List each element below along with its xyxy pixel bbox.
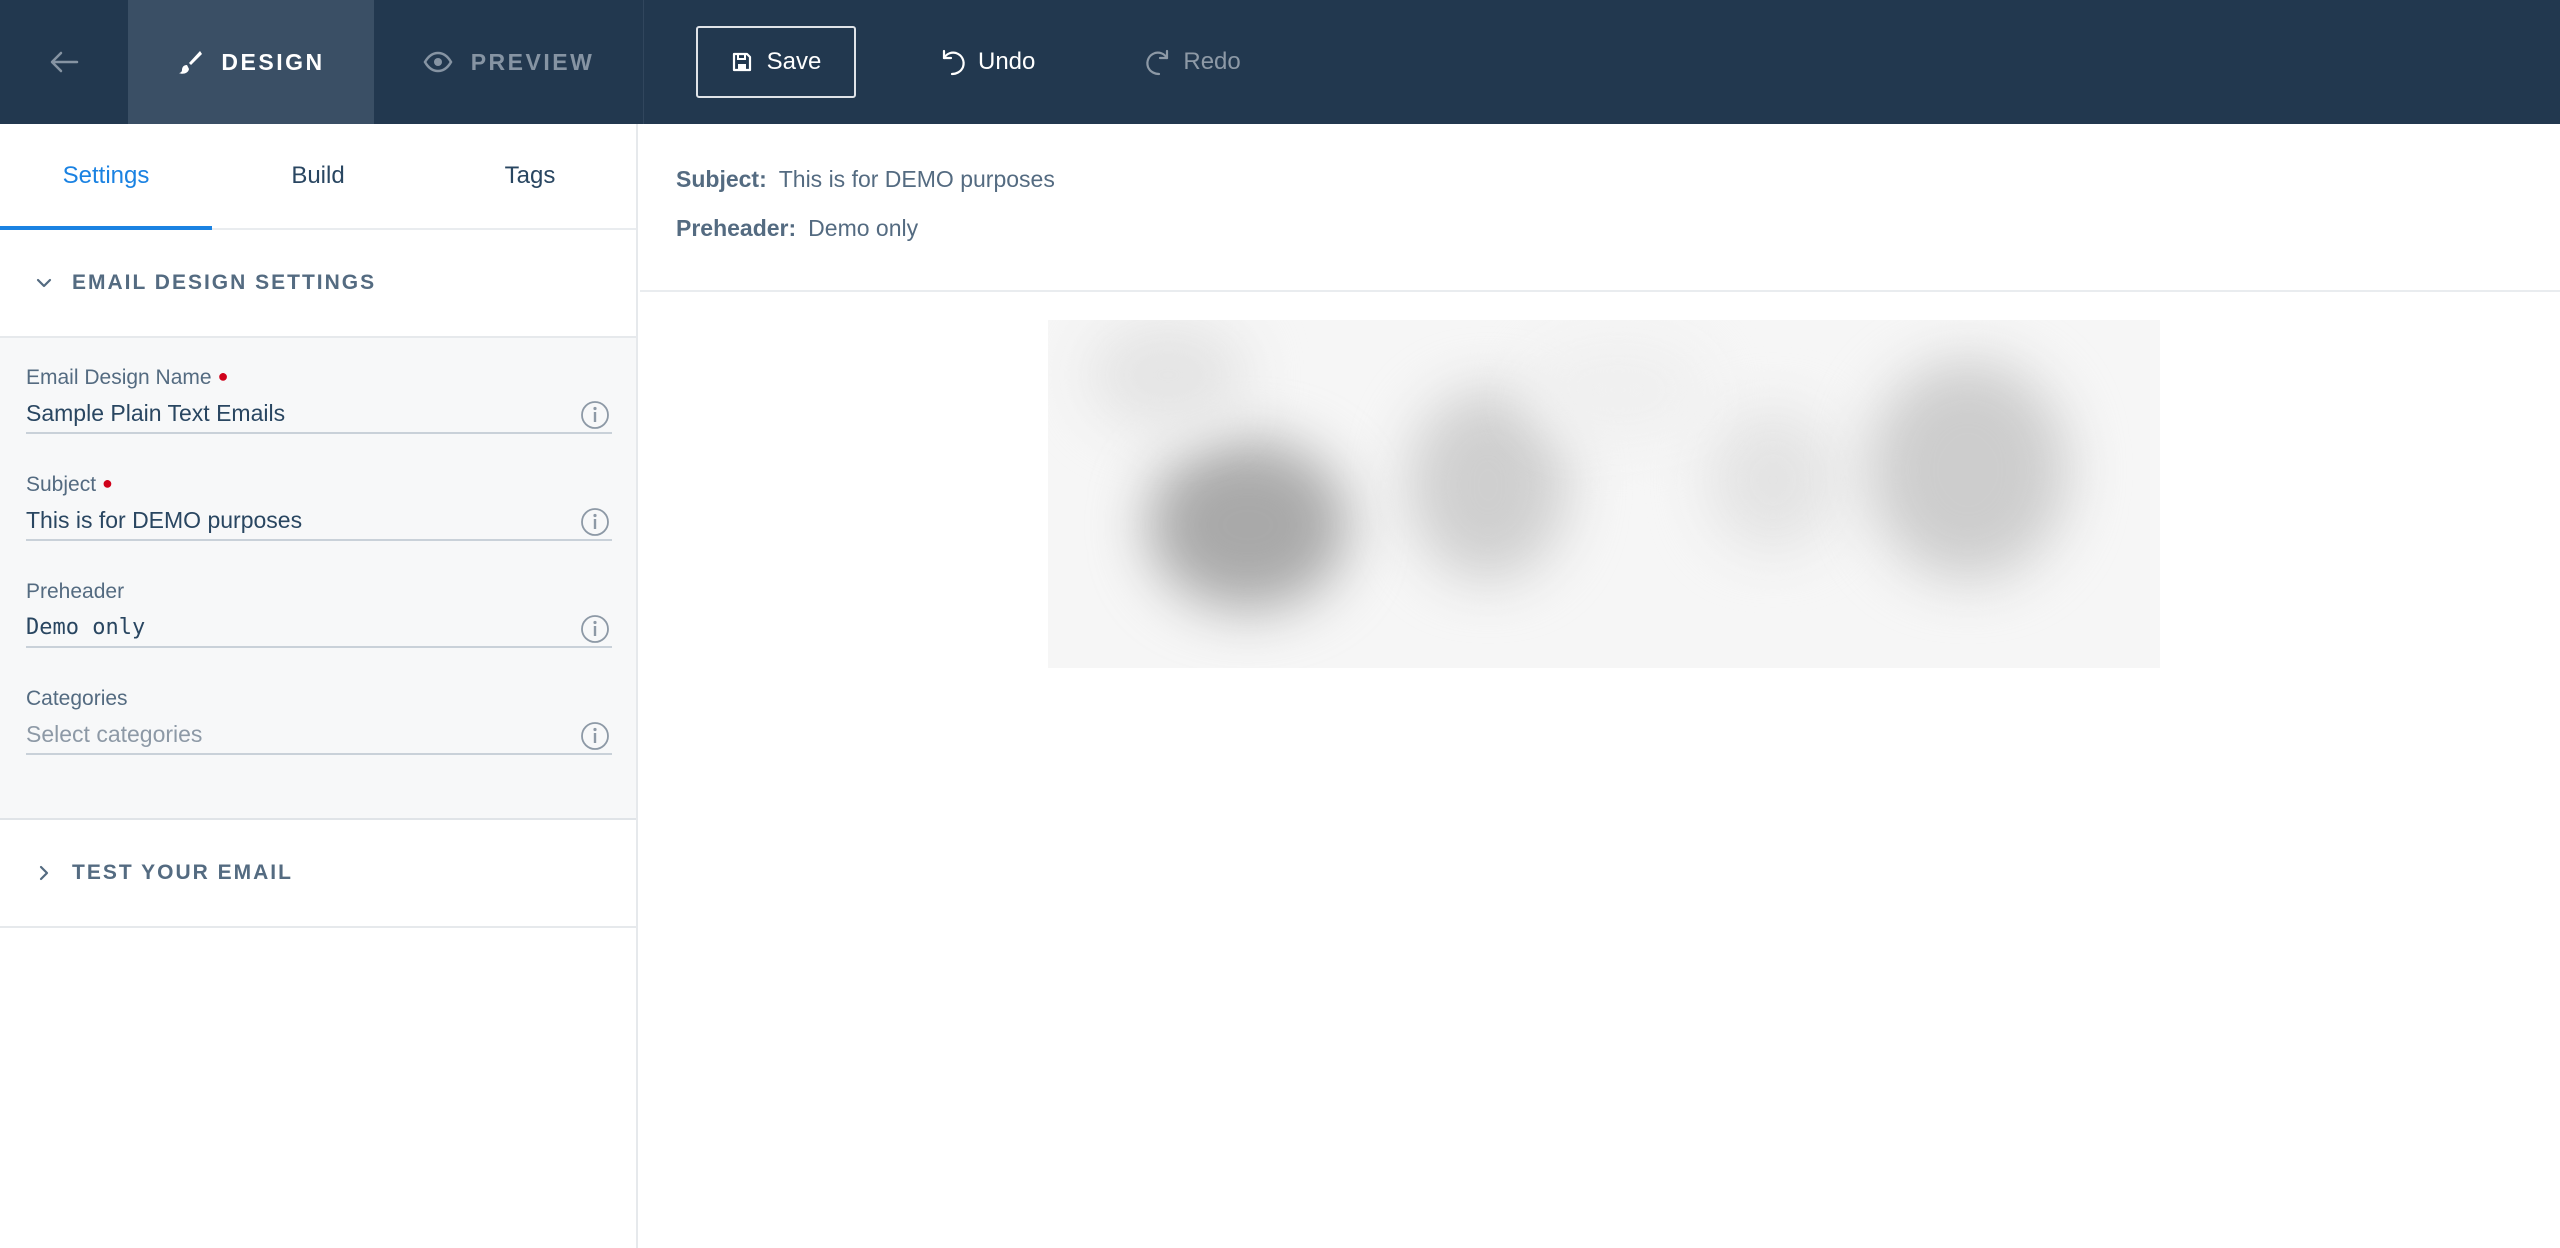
undo-button-label: Undo <box>978 48 1036 75</box>
info-icon[interactable] <box>580 614 610 644</box>
eye-icon <box>423 51 453 73</box>
save-button[interactable]: Save <box>696 26 856 98</box>
preheader-input[interactable] <box>26 608 612 648</box>
email-meta: Subject: This is for DEMO purposes Prehea… <box>640 124 2560 292</box>
meta-preheader-key: Preheader: <box>676 215 797 241</box>
categories-label: Categories <box>26 687 128 710</box>
sidebar-tabs: Settings Build Tags <box>0 124 636 230</box>
test-your-email-header[interactable]: TEST YOUR EMAIL <box>0 820 636 928</box>
undo-icon <box>942 49 965 76</box>
tab-design[interactable]: DESIGN <box>128 0 374 124</box>
design-name-field: Email Design Name ● <box>26 364 612 471</box>
save-button-label: Save <box>766 48 822 75</box>
blurred-content <box>1868 360 2068 580</box>
paintbrush-icon <box>179 51 203 74</box>
back-button[interactable] <box>0 0 128 124</box>
blurred-content <box>1708 410 1838 550</box>
info-icon[interactable] <box>580 507 610 537</box>
tab-preview[interactable]: PREVIEW <box>374 0 644 124</box>
email-design-settings-title: EMAIL DESIGN SETTINGS <box>72 271 377 294</box>
chevron-down-icon <box>36 278 52 288</box>
settings-form: Email Design Name● Subject● Preheader <box>0 338 636 820</box>
required-marker: ● <box>102 473 113 493</box>
blurred-content <box>1528 340 1708 440</box>
meta-preheader-row: Preheader: Demo only <box>676 215 2560 242</box>
design-name-input[interactable] <box>26 394 612 434</box>
chevron-right-icon <box>39 865 49 881</box>
tab-preview-label: PREVIEW <box>470 48 595 75</box>
info-icon[interactable] <box>580 721 610 751</box>
settings-sidebar: Settings Build Tags EMAIL DESIGN SETTING… <box>0 124 638 1248</box>
categories-field: Categories <box>26 685 612 792</box>
design-name-label: Email Design Name ● <box>26 366 229 389</box>
subject-input[interactable] <box>26 501 612 541</box>
info-icon[interactable] <box>580 400 610 430</box>
redo-icon <box>1146 49 1169 76</box>
email-preview-pane: Subject: This is for DEMO purposes Prehea… <box>640 124 2560 1248</box>
required-marker: ● <box>217 366 229 386</box>
test-your-email-title: TEST YOUR EMAIL <box>72 861 293 884</box>
subject-label: Subject ● <box>26 473 113 496</box>
redo-button-label: Redo <box>1183 48 1241 75</box>
meta-subject-key: Subject: <box>676 166 767 192</box>
preheader-label: Preheader <box>26 580 125 603</box>
arrow-left-icon <box>50 51 79 73</box>
meta-subject-row: Subject: This is for DEMO purposes <box>676 166 2560 193</box>
meta-subject-value: This is for DEMO purposes <box>778 166 1055 192</box>
editor-toolbar: Save Undo Redo <box>644 0 1241 124</box>
email-design-settings-header[interactable]: EMAIL DESIGN SETTINGS <box>0 230 636 338</box>
preheader-field: Preheader <box>26 578 612 685</box>
email-body-preview[interactable] <box>1048 320 2160 668</box>
tab-build[interactable]: Build <box>212 124 424 228</box>
undo-button[interactable]: Undo <box>938 26 1035 98</box>
top-bar: DESIGN PREVIEW Save Undo Redo <box>0 0 2560 124</box>
redo-button[interactable]: Redo <box>1143 26 1241 98</box>
tab-design-label: DESIGN <box>221 48 325 75</box>
tab-settings[interactable]: Settings <box>0 124 212 230</box>
floppy-disk-icon <box>732 52 751 72</box>
categories-select[interactable] <box>26 715 612 755</box>
blurred-content <box>1148 440 1348 610</box>
tab-tags[interactable]: Tags <box>424 124 636 228</box>
blurred-content <box>1088 320 1248 430</box>
subject-field: Subject ● <box>26 471 612 578</box>
meta-preheader-value: Demo only <box>808 215 919 241</box>
